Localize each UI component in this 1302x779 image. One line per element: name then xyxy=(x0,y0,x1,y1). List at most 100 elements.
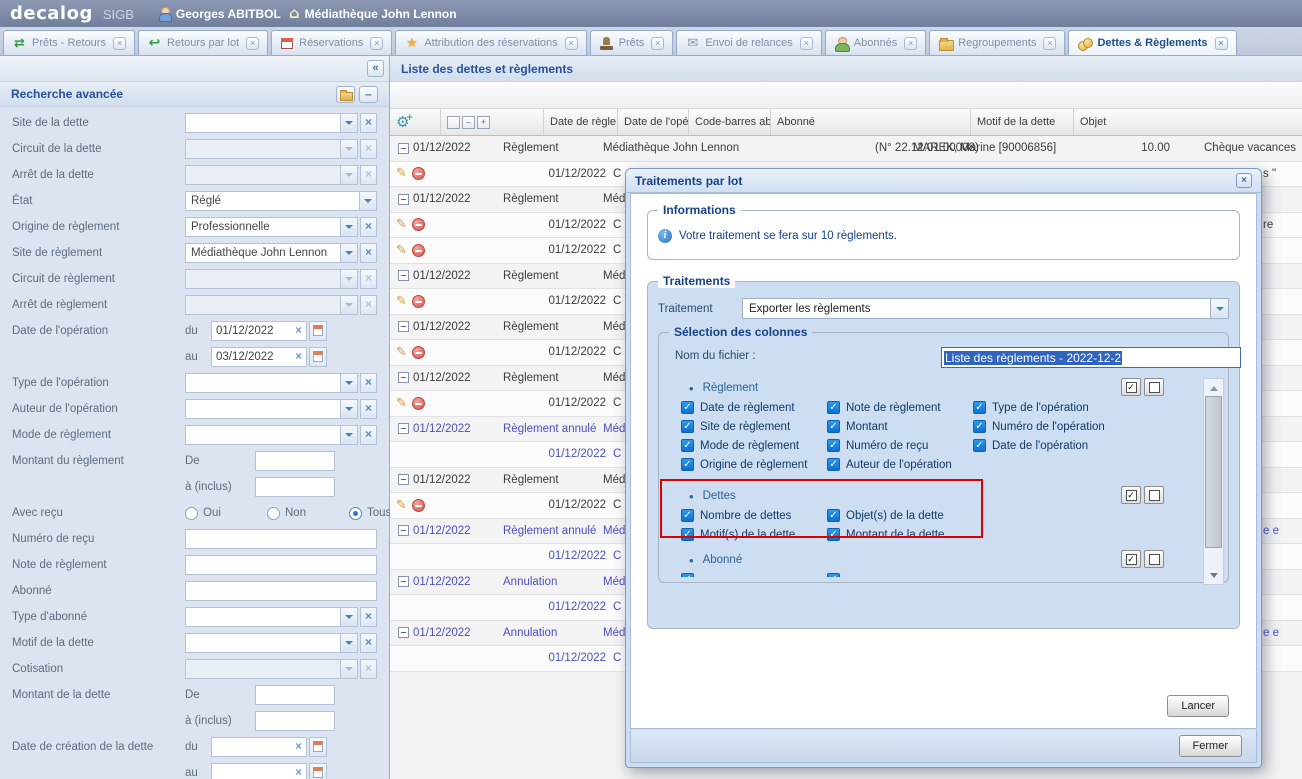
edit-icon[interactable]: ✎ xyxy=(396,218,407,231)
column-header-code-barres[interactable]: Code-barres ab xyxy=(688,109,770,135)
chevron-down-icon[interactable] xyxy=(1210,299,1228,318)
date-creation-to-input[interactable]: × xyxy=(211,763,307,779)
column-checkbox[interactable]: ✓ Montant xyxy=(827,420,973,433)
scrollbar-thumb[interactable] xyxy=(1205,396,1222,548)
scroll-up-icon[interactable] xyxy=(1204,380,1223,396)
column-checkbox[interactable]: ✓ xyxy=(681,573,827,577)
clear-field-icon[interactable]: × xyxy=(360,633,377,653)
remove-icon[interactable] xyxy=(412,244,425,257)
collapse-none-icon[interactable] xyxy=(447,116,460,129)
close-button[interactable]: Fermer xyxy=(1179,735,1242,757)
clear-date-icon[interactable]: × xyxy=(295,767,302,779)
collapse-row-icon[interactable] xyxy=(398,143,409,154)
etat-combo[interactable]: Réglé xyxy=(185,191,377,211)
column-checkbox[interactable]: ✓ Date de l'opération xyxy=(973,439,1196,452)
date-operation-to-input[interactable]: 03/12/2022× xyxy=(211,347,307,367)
collapse-row-icon[interactable] xyxy=(398,321,409,332)
check-all-button[interactable]: ✓ xyxy=(1121,550,1141,568)
check-all-button[interactable]: ✓ xyxy=(1121,486,1141,504)
tab[interactable]: Attribution des réservations × xyxy=(395,30,586,55)
tab-close-icon[interactable]: × xyxy=(800,37,813,50)
chevron-down-icon[interactable] xyxy=(340,114,357,132)
column-checkbox[interactable]: ✓ Nombre de dettes xyxy=(681,509,827,522)
column-checkbox[interactable]: ✓ Site de règlement xyxy=(681,420,827,433)
date-creation-from-input[interactable]: × xyxy=(211,737,307,757)
dialog-title-bar[interactable]: Traitements par lot × xyxy=(626,169,1261,193)
collapse-all-icon[interactable]: – xyxy=(462,116,475,129)
clear-field-icon[interactable]: × xyxy=(360,399,377,419)
tab-close-icon[interactable]: × xyxy=(113,37,126,50)
uncheck-all-button[interactable] xyxy=(1144,486,1164,504)
column-header-objet[interactable]: Objet xyxy=(1073,109,1302,135)
chevron-down-icon[interactable] xyxy=(340,634,357,652)
mode-reglement-combo[interactable] xyxy=(185,425,358,445)
collapse-row-icon[interactable] xyxy=(398,372,409,383)
tab[interactable]: Abonnés × xyxy=(825,30,926,55)
origine-reglement-combo[interactable]: Professionnelle xyxy=(185,217,358,237)
date-operation-from-input[interactable]: 01/12/2022× xyxy=(211,321,307,341)
clear-date-icon[interactable]: × xyxy=(295,325,302,337)
tab[interactable]: Prêts - Retours × xyxy=(3,30,135,55)
column-checkbox[interactable]: ✓ Type de l'opération xyxy=(973,401,1196,414)
tab[interactable]: Regroupements × xyxy=(929,30,1065,55)
tab-close-icon[interactable]: × xyxy=(565,37,578,50)
calendar-picker-icon[interactable] xyxy=(309,321,327,341)
edit-icon[interactable]: ✎ xyxy=(396,295,407,308)
abonne-input[interactable] xyxy=(185,581,377,601)
table-row[interactable]: ✎ 01/12/2022 Règlement Médiathèque John … xyxy=(390,136,1302,162)
filename-input[interactable]: Liste des règlements - 2022-12-2 xyxy=(941,347,1241,368)
remove-icon[interactable] xyxy=(412,397,425,410)
tab-close-icon[interactable]: × xyxy=(1043,37,1056,50)
column-header-date-operation[interactable]: Date de l'opé xyxy=(617,109,688,135)
column-checkbox[interactable]: ✓ Mode de règlement xyxy=(681,439,827,452)
calendar-picker-icon[interactable] xyxy=(309,763,327,779)
remove-icon[interactable] xyxy=(412,218,425,231)
tab[interactable]: Prêts × xyxy=(590,30,674,55)
chevron-down-icon[interactable] xyxy=(340,244,357,262)
numero-recu-input[interactable] xyxy=(185,529,377,549)
collapse-panel-icon[interactable] xyxy=(367,60,384,77)
column-checkbox[interactable]: ✓ Origine de règlement xyxy=(681,458,827,471)
collapse-row-icon[interactable] xyxy=(398,474,409,485)
column-checkbox[interactable]: ✓ Auteur de l'opération xyxy=(827,458,973,471)
column-checkbox[interactable]: ✓ Date de règlement xyxy=(681,401,827,414)
auteur-operation-combo[interactable] xyxy=(185,399,358,419)
collapse-section-icon[interactable] xyxy=(359,86,378,103)
uncheck-all-button[interactable] xyxy=(1144,378,1164,396)
column-header-abonne[interactable]: Abonné xyxy=(770,109,970,135)
remove-icon[interactable] xyxy=(412,499,425,512)
edit-icon[interactable]: ✎ xyxy=(396,244,407,257)
close-icon[interactable]: × xyxy=(1236,173,1252,188)
remove-icon[interactable] xyxy=(412,295,425,308)
tab[interactable]: Envoi de relances × xyxy=(676,30,821,55)
column-checkbox[interactable]: ✓ Numéro de l'opération xyxy=(973,420,1196,433)
column-checkbox[interactable]: ✓ Note de règlement xyxy=(827,401,973,414)
chevron-down-icon[interactable] xyxy=(340,608,357,626)
column-settings-header[interactable]: ⚙ xyxy=(390,109,440,135)
edit-icon[interactable]: ✎ xyxy=(396,499,407,512)
column-checkbox[interactable]: ✓ Objet(s) de la dette xyxy=(827,509,1196,522)
tab-close-icon[interactable]: × xyxy=(651,37,664,50)
clear-field-icon[interactable]: × xyxy=(360,243,377,263)
treatment-combo[interactable]: Exporter les règlements xyxy=(742,298,1229,319)
collapse-row-icon[interactable] xyxy=(398,576,409,587)
collapse-row-icon[interactable] xyxy=(398,270,409,281)
column-checkbox[interactable]: ✓ Numéro de reçu xyxy=(827,439,973,452)
tab-close-icon[interactable]: × xyxy=(246,37,259,50)
avec-recu-non-radio[interactable] xyxy=(267,507,280,520)
clear-field-icon[interactable]: × xyxy=(360,425,377,445)
montant-reglement-from-input[interactable] xyxy=(255,451,335,471)
launch-button[interactable]: Lancer xyxy=(1167,695,1229,717)
clear-date-icon[interactable]: × xyxy=(295,351,302,363)
column-header-date-reglement[interactable]: Date de règle xyxy=(543,109,617,135)
collapse-row-icon[interactable] xyxy=(398,194,409,205)
site-dette-combo[interactable] xyxy=(185,113,358,133)
calendar-picker-icon[interactable] xyxy=(309,737,327,757)
avec-recu-tous-radio[interactable] xyxy=(349,507,362,520)
note-reglement-input[interactable] xyxy=(185,555,377,575)
remove-icon[interactable] xyxy=(412,167,425,180)
type-operation-combo[interactable] xyxy=(185,373,358,393)
type-abonne-combo[interactable] xyxy=(185,607,358,627)
column-checkbox[interactable]: ✓ xyxy=(827,573,1196,577)
expand-all-icon[interactable]: + xyxy=(477,116,490,129)
